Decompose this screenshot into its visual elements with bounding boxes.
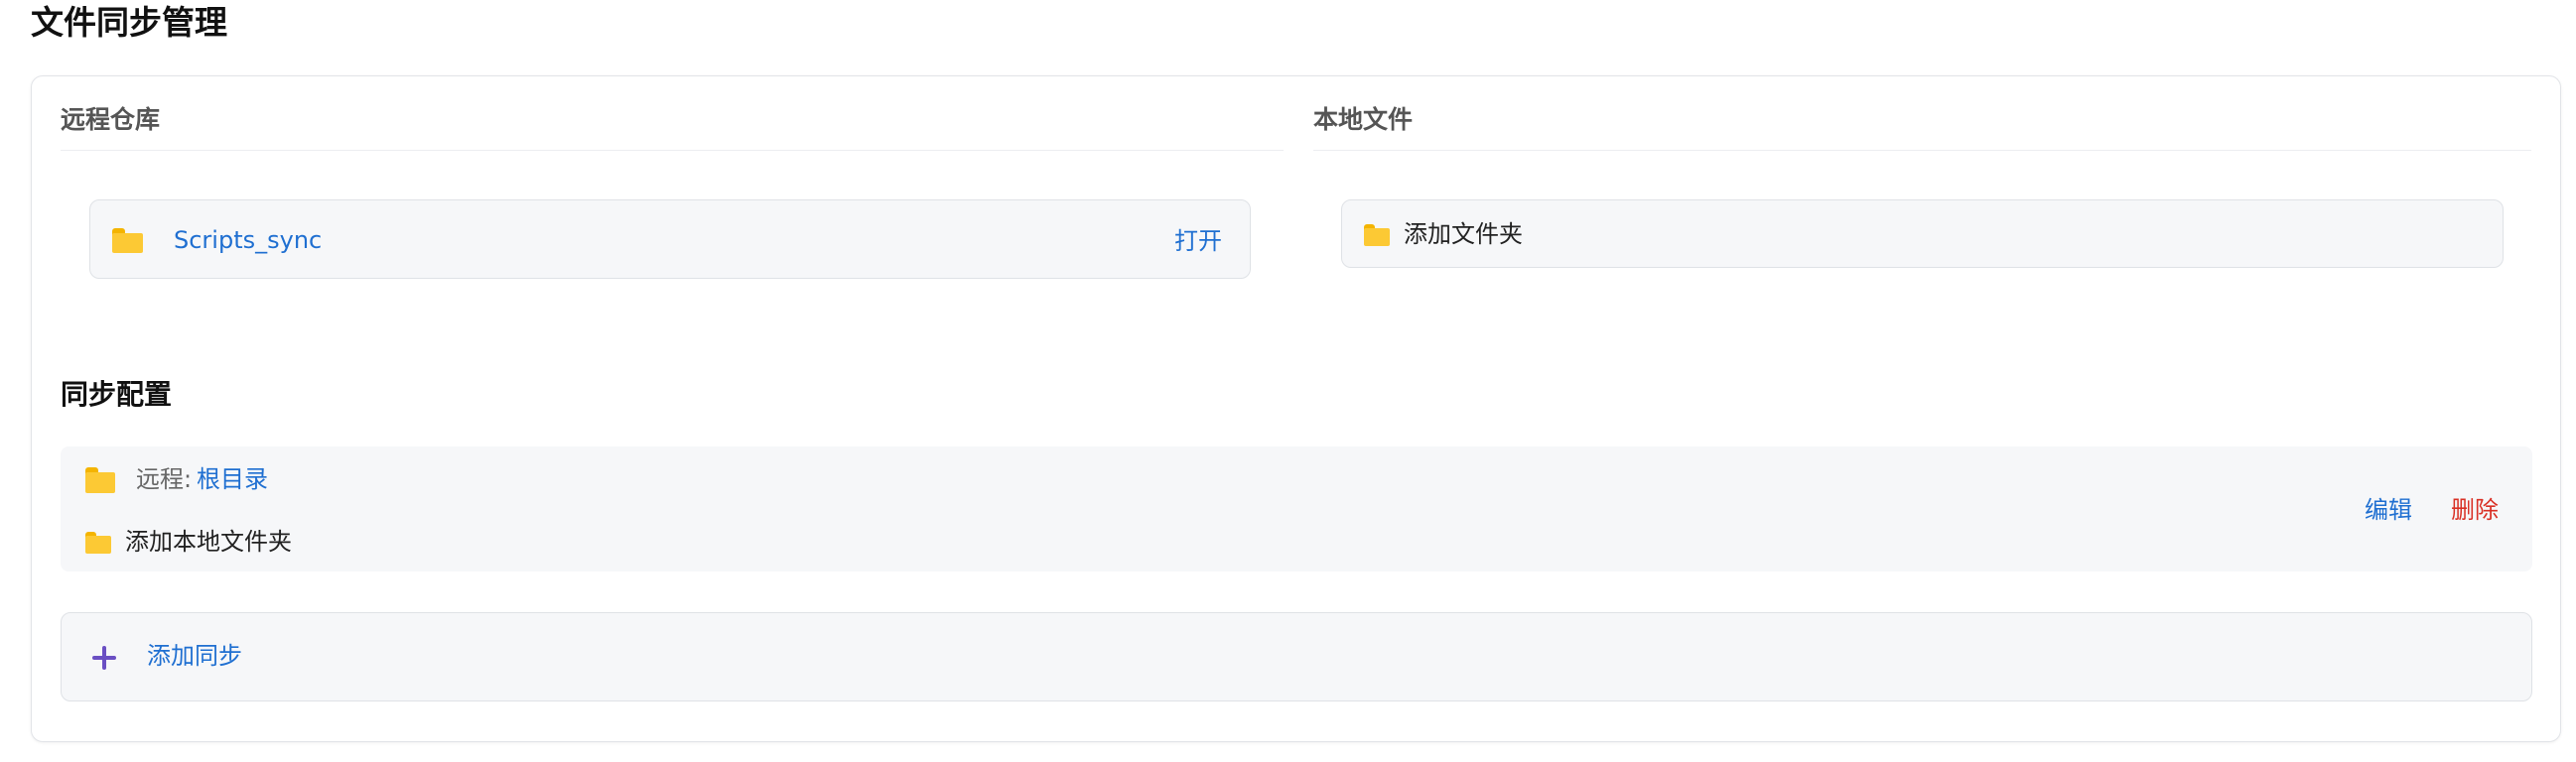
- folder-icon: [85, 467, 115, 493]
- remote-repo-card[interactable]: Scripts_sync 打开: [89, 199, 1251, 279]
- plus-icon: [92, 646, 116, 670]
- add-folder-button[interactable]: 添加文件夹: [1341, 199, 2504, 268]
- remote-section-divider: [61, 150, 1284, 151]
- folder-icon: [85, 532, 111, 554]
- repo-name-link[interactable]: Scripts_sync: [174, 225, 322, 255]
- page-title: 文件同步管理: [31, 3, 227, 42]
- remote-path-link[interactable]: 根目录: [197, 464, 268, 494]
- local-section-divider: [1313, 150, 2531, 151]
- remote-path-prefix: 远程:: [136, 465, 193, 493]
- folder-icon: [112, 228, 143, 253]
- add-sync-button[interactable]: 添加同步: [61, 612, 2532, 701]
- add-local-folder-button[interactable]: 添加本地文件夹: [125, 527, 292, 557]
- add-sync-label: 添加同步: [147, 642, 242, 670]
- open-repo-button[interactable]: 打开: [1174, 226, 1222, 256]
- remote-section-heading: 远程仓库: [61, 105, 161, 134]
- folder-icon: [1364, 224, 1390, 246]
- delete-sync-button[interactable]: 删除: [2451, 495, 2499, 525]
- local-section-heading: 本地文件: [1313, 105, 1414, 134]
- edit-sync-button[interactable]: 编辑: [2365, 495, 2412, 525]
- sync-config-heading: 同步配置: [61, 378, 173, 411]
- add-folder-label: 添加文件夹: [1404, 220, 1523, 248]
- sync-config-item: 远程: 根目录 添加本地文件夹 编辑 删除: [61, 446, 2532, 572]
